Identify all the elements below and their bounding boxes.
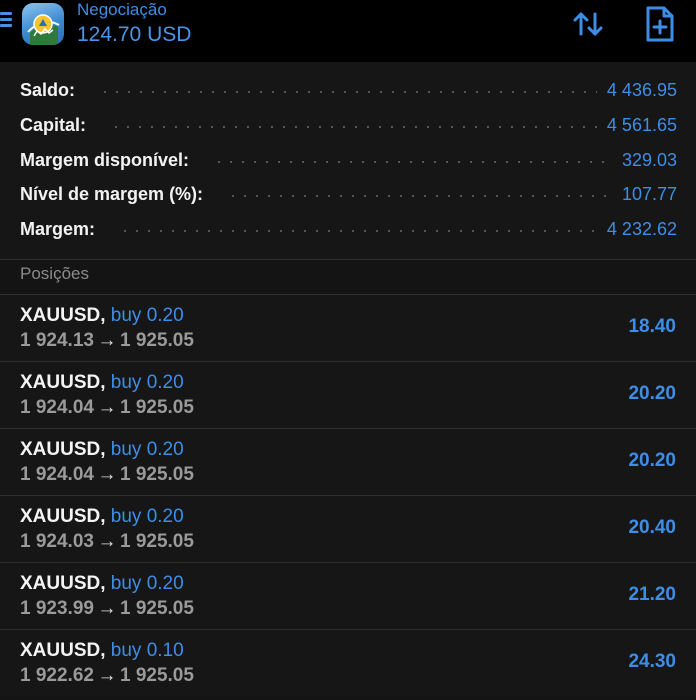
summary-value: 4 436.95 (606, 79, 677, 100)
divider (0, 259, 696, 260)
position-symbol: XAUUSD (20, 439, 101, 460)
position-separator: , (100, 640, 106, 661)
position-prices: 1 924.03 → 1 925.05 (20, 531, 194, 553)
open-price: 1 923.99 (20, 598, 94, 619)
price-arrow-icon: → (97, 330, 117, 351)
position-type: buy 0.10 (110, 640, 184, 661)
summary-row-margin-level: Nível de margem (%): 107.77 (20, 179, 677, 209)
position-profit: 20.40 (628, 517, 676, 538)
position-prices: 1 923.99 → 1 925.05 (20, 598, 194, 620)
account-summary: Saldo: 4 436.95 Capital: 4 561.65 Margem… (0, 62, 696, 259)
position-row[interactable]: XAUUSD, buy 0.20 1 923.99 → 1 925.05 21.20 (0, 563, 696, 629)
position-profit: 21.20 (628, 584, 676, 605)
position-title: XAUUSD, buy 0.20 (20, 506, 184, 528)
price-arrow-icon: → (97, 464, 117, 485)
summary-label: Margem: (20, 218, 96, 239)
summary-label: Nível de margem (%): (20, 183, 204, 204)
open-price: 1 924.13 (20, 330, 94, 351)
position-separator: , (100, 573, 106, 594)
positions-header: Posições (20, 264, 89, 283)
position-separator: , (100, 372, 106, 393)
dotted-leader (110, 126, 597, 128)
position-symbol: XAUUSD (20, 640, 101, 661)
new-order-icon[interactable] (642, 4, 678, 44)
position-profit: 24.30 (628, 651, 676, 672)
position-prices: 1 924.04 → 1 925.05 (20, 464, 194, 486)
position-prices: 1 924.13 → 1 925.05 (20, 330, 194, 352)
sort-arrows-icon[interactable] (570, 6, 606, 42)
summary-row-capital: Capital: 4 561.65 (20, 110, 677, 140)
position-title: XAUUSD, buy 0.20 (20, 573, 184, 595)
dotted-leader (213, 161, 612, 163)
hamburger-menu-icon[interactable] (0, 12, 14, 32)
position-row[interactable]: XAUUSD, buy 0.10 1 922.62 → 1 925.05 24.30 (0, 630, 696, 696)
position-separator: , (100, 305, 106, 326)
position-title: XAUUSD, buy 0.20 (20, 372, 184, 394)
summary-label: Saldo: (20, 79, 76, 100)
summary-row-saldo: Saldo: 4 436.95 (20, 75, 677, 105)
current-price: 1 925.05 (119, 531, 194, 552)
position-profit: 18.40 (628, 316, 676, 337)
position-type: buy 0.20 (110, 305, 184, 326)
dotted-leader (119, 230, 597, 232)
price-arrow-icon: → (97, 598, 117, 619)
position-row[interactable]: XAUUSD, buy 0.20 1 924.03 → 1 925.05 20.40 (0, 496, 696, 562)
trade-screen: Negociação 124.70 USD Saldo: 4 436.95 Ca… (0, 0, 696, 700)
position-type: buy 0.20 (110, 506, 184, 527)
open-price: 1 924.04 (20, 397, 94, 418)
balance-subtitle: 124.70 USD (77, 23, 192, 46)
current-price: 1 925.05 (119, 330, 194, 351)
dotted-leader (99, 91, 597, 93)
position-separator: , (100, 439, 106, 460)
position-title: XAUUSD, buy 0.20 (20, 439, 184, 461)
position-row[interactable]: XAUUSD, buy 0.20 1 924.04 → 1 925.05 20.20 (0, 362, 696, 428)
open-price: 1 924.04 (20, 464, 94, 485)
open-price: 1 922.62 (20, 665, 94, 686)
current-price: 1 925.05 (119, 397, 194, 418)
summary-value: 329.03 (621, 149, 677, 170)
position-symbol: XAUUSD (20, 372, 101, 393)
position-prices: 1 922.62 → 1 925.05 (20, 665, 194, 687)
price-arrow-icon: → (97, 397, 117, 418)
price-arrow-icon: → (97, 665, 117, 686)
summary-value: 107.77 (621, 183, 677, 204)
position-separator: , (100, 506, 106, 527)
position-type: buy 0.20 (110, 573, 184, 594)
position-symbol: XAUUSD (20, 305, 101, 326)
position-symbol: XAUUSD (20, 506, 101, 527)
summary-label: Margem disponível: (20, 149, 190, 170)
position-row[interactable]: XAUUSD, buy 0.20 1 924.13 → 1 925.05 18.40 (0, 295, 696, 361)
position-row[interactable]: XAUUSD, buy 0.20 1 924.04 → 1 925.05 20.20 (0, 429, 696, 495)
summary-row-free-margin: Margem disponível: 329.03 (20, 145, 677, 175)
app-logo (22, 3, 64, 45)
position-profit: 20.20 (628, 383, 676, 404)
summary-value: 4 232.62 (606, 218, 677, 239)
position-type: buy 0.20 (110, 372, 184, 393)
current-price: 1 925.05 (119, 464, 194, 485)
position-title: XAUUSD, buy 0.20 (20, 305, 184, 327)
summary-row-margin: Margem: 4 232.62 (20, 214, 677, 244)
top-bar: Negociação 124.70 USD (0, 0, 696, 62)
summary-value: 4 561.65 (606, 114, 677, 135)
current-price: 1 925.05 (119, 665, 194, 686)
position-title: XAUUSD, buy 0.10 (20, 640, 184, 662)
open-price: 1 924.03 (20, 531, 94, 552)
price-arrow-icon: → (97, 531, 117, 552)
summary-label: Capital: (20, 114, 87, 135)
page-title: Negociação (77, 0, 167, 19)
dotted-leader (227, 195, 612, 197)
position-symbol: XAUUSD (20, 573, 101, 594)
position-profit: 20.20 (628, 450, 676, 471)
current-price: 1 925.05 (119, 598, 194, 619)
position-type: buy 0.20 (110, 439, 184, 460)
position-prices: 1 924.04 → 1 925.05 (20, 397, 194, 419)
